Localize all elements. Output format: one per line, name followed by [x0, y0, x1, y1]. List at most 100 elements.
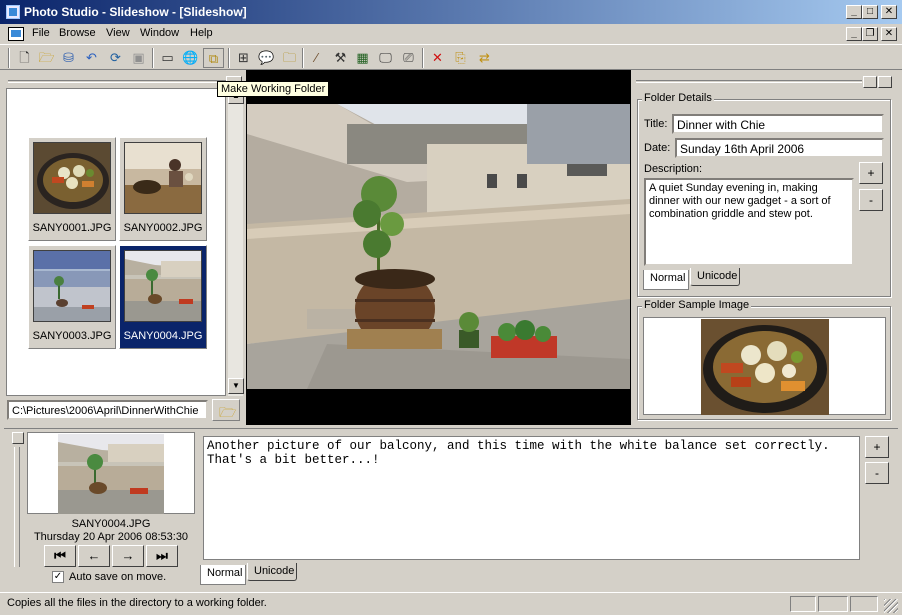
- slideshow-icon[interactable]: 🖵: [375, 48, 396, 68]
- decrease-font-button[interactable]: -: [859, 189, 883, 211]
- resize-grip[interactable]: [884, 599, 898, 613]
- new-icon[interactable]: 🗋: [14, 48, 35, 68]
- date-label: Date:: [644, 142, 671, 154]
- status-bar: Copies all the files in the directory to…: [0, 592, 902, 615]
- next-photo-button[interactable]: →: [112, 545, 144, 567]
- previous-photo-button[interactable]: ←: [78, 545, 110, 567]
- last-photo-button[interactable]: ⏭: [146, 545, 178, 567]
- sample-image-label: Folder Sample Image: [642, 299, 752, 311]
- date-field[interactable]: Sunday 16th April 2006: [675, 138, 884, 158]
- folder-path-field[interactable]: C:\Pictures\2006\April\DinnerWithChie: [7, 400, 208, 420]
- open-folder-icon[interactable]: 🗁: [36, 48, 57, 68]
- menu-view[interactable]: View: [106, 27, 130, 39]
- undo-icon[interactable]: ↶: [81, 48, 102, 68]
- main-photo: [247, 104, 630, 389]
- child-restore-button[interactable]: ❐: [862, 27, 878, 41]
- autosave-checkbox[interactable]: ✓: [52, 571, 64, 583]
- description-field[interactable]: A quiet Sunday evening in, making dinner…: [644, 178, 854, 266]
- toolbar-separator: [302, 48, 304, 68]
- thumbnails-icon[interactable]: ⊞: [233, 48, 254, 68]
- thumbnail-image: [33, 142, 111, 214]
- current-filename: SANY0004.JPG: [71, 518, 151, 530]
- menu-window[interactable]: Window: [140, 27, 179, 39]
- save-icon[interactable]: ▣: [128, 48, 149, 68]
- grid-icon[interactable]: ▦: [352, 48, 373, 68]
- tab-normal[interactable]: Normal: [200, 565, 246, 585]
- child-close-button[interactable]: ✕: [881, 27, 897, 41]
- menu-file[interactable]: File: [32, 27, 50, 39]
- toolbar: 🗋 🗁 ⛁ ↶ ⟳ ▣ ▭ 🌐 ⧉ ⊞ 💬 🗀 ⁄ ⚒ ▦ 🖵 ⎚ ✕ ⎘ ⇄: [0, 44, 902, 70]
- pane-grip: [8, 80, 228, 83]
- panel-grip: [14, 447, 20, 567]
- first-photo-button[interactable]: ⏮: [44, 545, 76, 567]
- title-bar: Photo Studio - Slideshow - [Slideshow] _…: [0, 0, 902, 24]
- make-working-folder-icon[interactable]: ⧉: [203, 48, 224, 68]
- open-network-icon[interactable]: ⛁: [58, 48, 79, 68]
- copy-folder-icon[interactable]: ⎘: [450, 48, 471, 68]
- globe-icon[interactable]: 🌐: [180, 48, 201, 68]
- thumbnail-image: [124, 142, 202, 214]
- thumbnail-scrollbar[interactable]: ▲ ▼: [227, 88, 244, 396]
- folder-comment-icon[interactable]: 🗀: [279, 48, 300, 68]
- menu-help[interactable]: Help: [190, 27, 213, 39]
- current-datetime: Thursday 20 Apr 2006 08:53:30: [33, 531, 189, 543]
- browse-folder-button[interactable]: 🗁: [212, 399, 240, 421]
- tab-unicode[interactable]: Unicode: [247, 563, 297, 581]
- thumbnail-caption: SANY0001.JPG: [32, 222, 112, 234]
- open-folder-icon: 🗁: [219, 404, 237, 420]
- thumbnail-item[interactable]: SANY0001.JPG: [28, 137, 116, 241]
- thumbnail-item[interactable]: SANY0003.JPG: [28, 245, 116, 349]
- move-folder-icon[interactable]: ⇄: [474, 48, 495, 68]
- thumbnail-caption: SANY0003.JPG: [32, 330, 112, 342]
- fullscreen-icon[interactable]: ⎚: [398, 48, 419, 68]
- increase-font-button[interactable]: +: [859, 162, 883, 184]
- thumbnail-item[interactable]: SANY0002.JPG: [119, 137, 207, 241]
- maximize-button[interactable]: □: [862, 5, 878, 19]
- title-label: Title:: [644, 118, 668, 130]
- status-panel: [790, 596, 816, 612]
- last-icon: ⏭: [156, 548, 168, 563]
- tab-unicode[interactable]: Unicode: [690, 268, 740, 286]
- pane-close-button[interactable]: [878, 76, 892, 88]
- current-thumbnail-frame: [27, 432, 195, 514]
- minimize-button[interactable]: _: [846, 5, 862, 19]
- current-thumbnail: [58, 434, 164, 514]
- toolbar-separator: [152, 48, 154, 68]
- menu-browse[interactable]: Browse: [59, 27, 96, 39]
- thumbnail-caption: SANY0004.JPG: [123, 330, 203, 342]
- first-icon: ⏮: [54, 548, 66, 563]
- app-icon: [6, 5, 20, 19]
- tab-normal[interactable]: Normal: [643, 270, 689, 290]
- title-field[interactable]: Dinner with Chie: [672, 114, 884, 134]
- thumbnail-item-selected[interactable]: SANY0004.JPG: [119, 245, 207, 349]
- toolbar-separator: [228, 48, 230, 68]
- pane-restore-button[interactable]: [863, 76, 877, 88]
- status-panel: [850, 596, 878, 612]
- menu-bar: File Browse View Window Help _ ❐ ✕: [0, 24, 902, 44]
- arrow-right-icon: →: [121, 548, 135, 563]
- thumbnail-caption: SANY0002.JPG: [123, 222, 203, 234]
- panel-close-button[interactable]: [12, 432, 24, 444]
- photo-comment-field[interactable]: Another picture of our balcony, and this…: [203, 436, 860, 560]
- thumbnail-browser: SANY0001.JPG SANY0002.JPG SANY0003.JPG S…: [6, 88, 226, 396]
- comment-icon[interactable]: 💬: [256, 48, 277, 68]
- refresh-icon[interactable]: ⟳: [105, 48, 126, 68]
- thumbnail-image: [33, 250, 111, 322]
- monitor-icon[interactable]: ▭: [157, 48, 178, 68]
- decrease-font-button[interactable]: -: [865, 462, 889, 484]
- pane-grip: [636, 80, 862, 83]
- close-button[interactable]: ✕: [881, 5, 897, 19]
- window-title: Photo Studio - Slideshow - [Slideshow]: [24, 5, 247, 19]
- status-panel: [818, 596, 848, 612]
- autosave-label: Auto save on move.: [69, 571, 167, 583]
- html-wand-icon[interactable]: ⚒: [330, 48, 351, 68]
- folder-details-label: Folder Details: [642, 92, 714, 104]
- child-minimize-button[interactable]: _: [846, 27, 862, 41]
- document-icon[interactable]: [8, 27, 24, 41]
- increase-font-button[interactable]: +: [865, 436, 889, 458]
- delete-icon[interactable]: ✕: [427, 48, 448, 68]
- scroll-down-button[interactable]: ▼: [228, 378, 244, 394]
- wand-icon[interactable]: ⁄: [306, 48, 327, 68]
- thumbnail-image: [124, 250, 202, 322]
- status-text: Copies all the files in the directory to…: [7, 597, 267, 609]
